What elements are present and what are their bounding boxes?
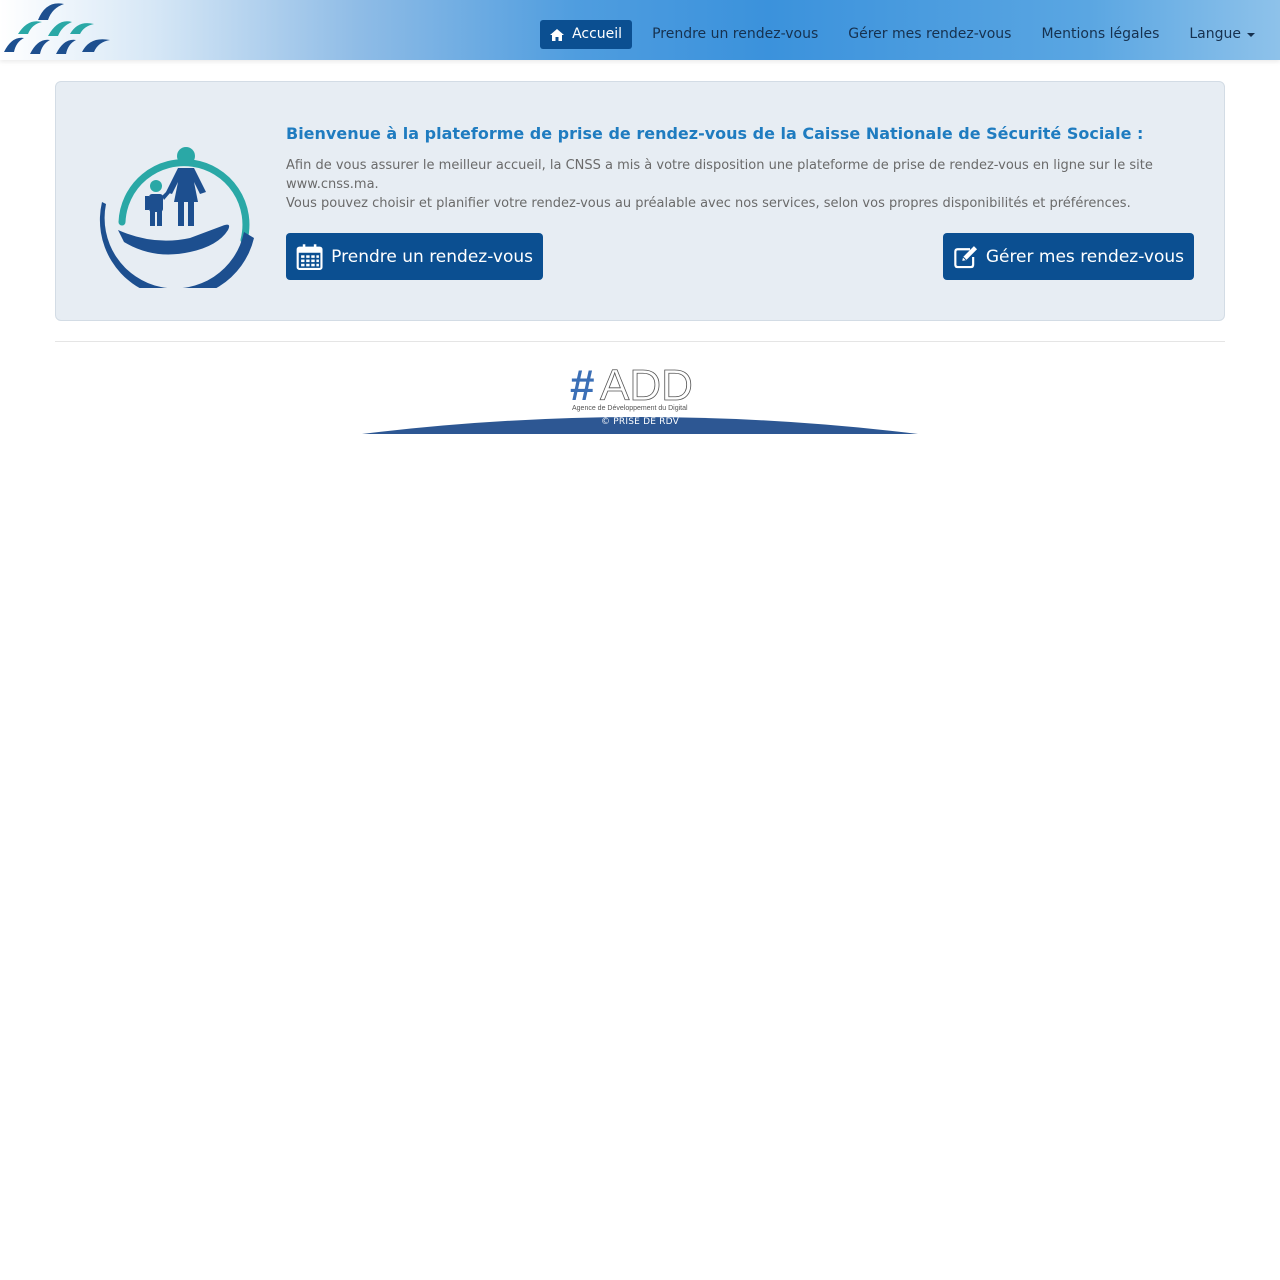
- add-logo-hash: #: [570, 361, 594, 410]
- take-appointment-button[interactable]: Prendre un rendez-vous: [286, 233, 543, 280]
- manage-appointments-button-label: Gérer mes rendez-vous: [985, 246, 1184, 267]
- nav-home-label: Accueil: [572, 26, 623, 42]
- caret-down-icon: [1247, 32, 1255, 37]
- add-agency-logo: # ADD Agence de Développement du Digital: [570, 361, 693, 412]
- main-nav: Accueil Prendre un rendez-vous Gérer mes…: [540, 20, 1270, 49]
- family-hand-icon: [99, 147, 254, 288]
- top-navbar: Accueil Prendre un rendez-vous Gérer mes…: [0, 0, 1280, 60]
- cnss-logo-icon[interactable]: [2, 0, 112, 58]
- nav-take-appointment-label: Prendre un rendez-vous: [652, 26, 819, 42]
- welcome-paragraph-1: Afin de vous assurer le meilleur accueil…: [286, 158, 1153, 192]
- footer-divider: [55, 341, 1225, 342]
- nav-language-dropdown[interactable]: Langue: [1174, 20, 1270, 49]
- welcome-panel: Bienvenue à la plateforme de prise de re…: [55, 81, 1225, 321]
- calendar-icon: [296, 243, 323, 270]
- nav-legal-notice-label: Mentions légales: [1041, 26, 1160, 42]
- nav-home[interactable]: Accueil: [540, 20, 633, 49]
- welcome-title: Bienvenue à la plateforme de prise de re…: [286, 124, 1144, 143]
- welcome-paragraph-2: Vous pouvez choisir et planifier votre r…: [286, 196, 1131, 211]
- edit-icon: [954, 245, 978, 268]
- home-icon: [550, 28, 565, 41]
- manage-appointments-button[interactable]: Gérer mes rendez-vous: [943, 233, 1194, 280]
- nav-language-label: Langue: [1189, 26, 1241, 42]
- nav-take-appointment[interactable]: Prendre un rendez-vous: [637, 20, 833, 49]
- welcome-description: Afin de vous assurer le meilleur accueil…: [286, 156, 1186, 213]
- take-appointment-button-label: Prendre un rendez-vous: [331, 246, 533, 267]
- add-logo-letters: ADD: [600, 361, 693, 410]
- nav-legal-notice[interactable]: Mentions légales: [1026, 20, 1174, 49]
- nav-manage-appointments-label: Gérer mes rendez-vous: [848, 26, 1012, 42]
- nav-manage-appointments[interactable]: Gérer mes rendez-vous: [833, 20, 1026, 49]
- footer-copyright: © PRISE DE RDV: [601, 417, 679, 427]
